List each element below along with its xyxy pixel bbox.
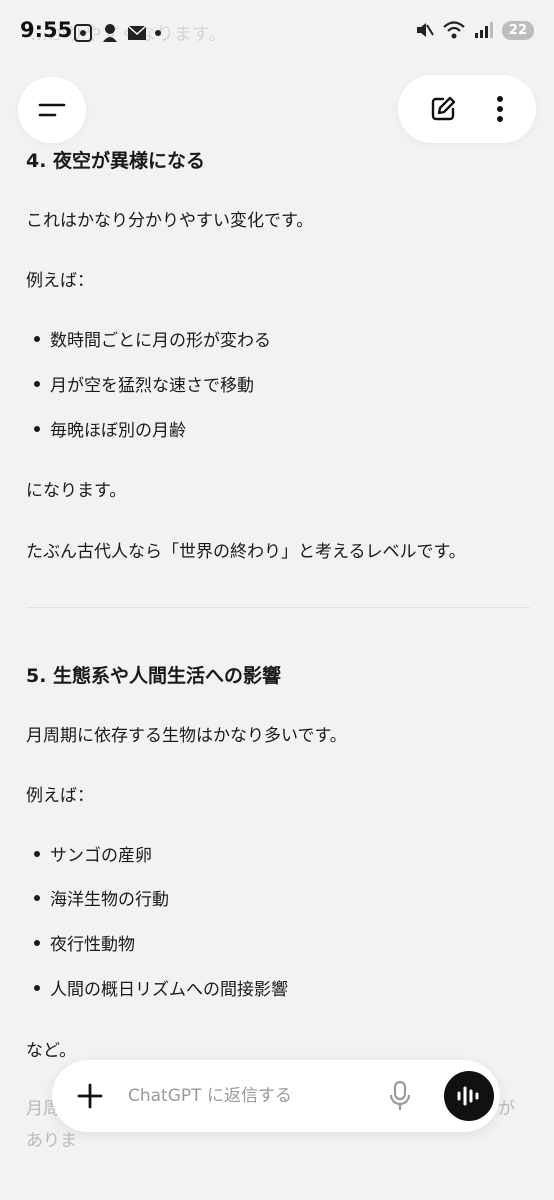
menu-icon: [38, 103, 66, 117]
more-vertical-icon: [497, 96, 503, 122]
paragraph: たぶん古代人なら「世界の終わり」と考えるレベルです。: [26, 542, 466, 562]
status-bar: …かりやすくなります。 9:55 22: [0, 0, 554, 64]
reply-input[interactable]: [128, 1082, 368, 1110]
list-item: 月が空を猛烈な速さで移動: [34, 371, 254, 396]
paragraph: など。: [26, 1041, 77, 1061]
status-time: 9:55: [20, 18, 73, 42]
section-heading: 5. 生態系や人間生活への影響: [26, 665, 282, 687]
section-divider: [26, 607, 530, 608]
faded-paragraph: が: [498, 1099, 515, 1119]
battery-indicator: 22: [501, 20, 534, 40]
paragraph: 月周期に依存する生物はかなり多いです。: [26, 726, 347, 746]
section-heading: 4. 夜空が異様になる: [26, 150, 206, 172]
new-chat-button[interactable]: [429, 95, 457, 123]
list-item: 海洋生物の行動: [34, 885, 169, 910]
mic-icon: [389, 1080, 411, 1110]
attach-button[interactable]: [72, 1078, 108, 1114]
mute-icon: [416, 23, 434, 37]
list-item: 夜行性動物: [34, 930, 135, 955]
composer-bar: [52, 1060, 500, 1132]
app-icon: [103, 24, 117, 42]
voice-mode-icon: [457, 1086, 479, 1106]
dictation-button[interactable]: [384, 1078, 416, 1114]
list-item: サンゴの産卵: [34, 841, 152, 866]
paragraph: になります。: [26, 481, 127, 501]
mail-icon: [127, 25, 147, 40]
faded-paragraph: ありま: [26, 1131, 77, 1151]
wifi-icon: [443, 21, 465, 39]
screenshot-icon: [74, 24, 92, 42]
dot-icon: [155, 30, 161, 36]
edit-icon: [431, 96, 456, 121]
more-options-button[interactable]: [495, 94, 505, 124]
paragraph: 例えば：: [26, 786, 94, 806]
voice-mode-button[interactable]: [444, 1071, 494, 1121]
menu-button[interactable]: [18, 77, 86, 143]
list-item: 人間の概日リズムへの間接影響: [34, 975, 288, 1000]
plus-icon: [77, 1083, 103, 1109]
signal-icon: [474, 22, 493, 38]
paragraph: これはかなり分かりやすい変化です。: [26, 211, 314, 231]
list-item: 数時間ごとに月の形が変わる: [34, 326, 271, 351]
paragraph: 例えば：: [26, 271, 94, 291]
list-item: 毎晩ほぼ別の月齢: [34, 416, 186, 441]
header-actions: [398, 75, 536, 143]
